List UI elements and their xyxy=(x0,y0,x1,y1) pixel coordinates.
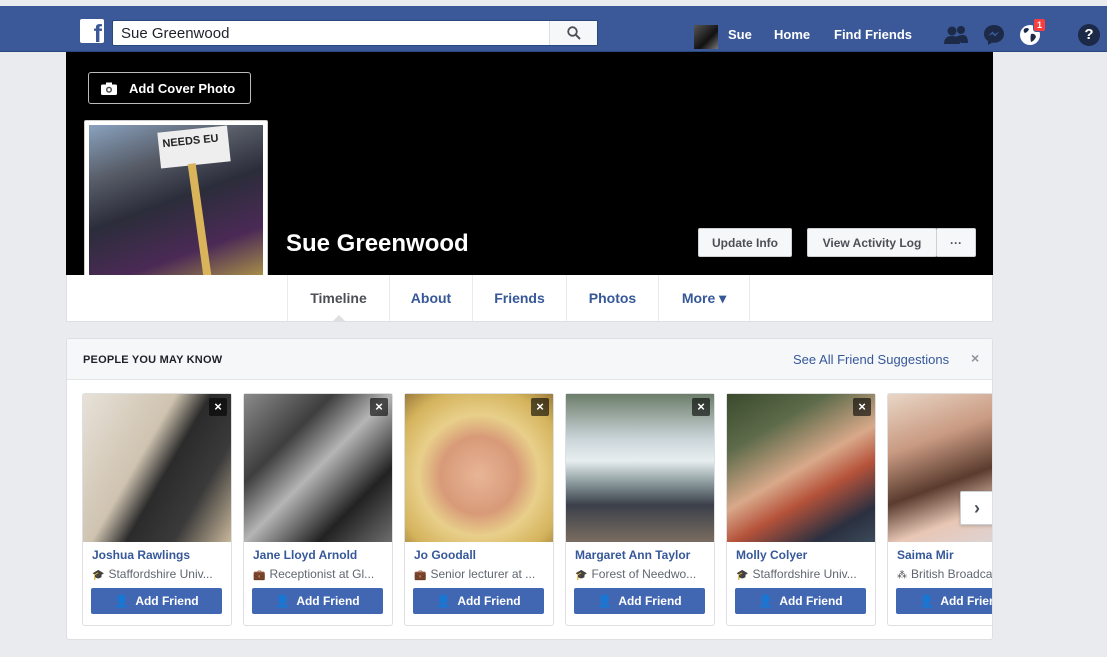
suggestion-card: × Joshua Rawlings 🎓 Staffordshire Univ...… xyxy=(82,393,232,626)
tab-about[interactable]: About xyxy=(389,275,472,321)
person-name[interactable]: Jane Lloyd Arnold xyxy=(253,548,357,562)
notification-badge: 1 xyxy=(1032,18,1046,32)
person-detail: ⁂British Broadcasting xyxy=(897,567,993,581)
add-friend-icon: 👤 xyxy=(597,594,613,608)
add-friend-button[interactable]: 👤Add Friend xyxy=(896,588,992,614)
school-icon: 🎓 xyxy=(92,570,105,581)
people-you-may-know-panel: PEOPLE YOU MAY KNOW See All Friend Sugge… xyxy=(66,338,993,640)
person-detail: 🎓 Forest of Needwo... xyxy=(575,567,697,581)
person-photo[interactable]: × xyxy=(244,394,392,542)
school-icon: 🎓 xyxy=(736,570,749,581)
person-photo[interactable]: × xyxy=(727,394,875,542)
messages-icon[interactable] xyxy=(980,22,1008,48)
camera-icon xyxy=(101,82,117,95)
person-detail: 💼 Receptionist at Gl... xyxy=(253,567,375,581)
add-friend-button[interactable]: 👤Add Friend xyxy=(413,588,544,614)
nav-home-link[interactable]: Home xyxy=(774,27,810,42)
person-name[interactable]: Molly Colyer xyxy=(736,548,807,562)
suggestion-card: × Jo Goodall 💼 Senior lecturer at ... 👤 Ad… xyxy=(404,393,554,626)
tab-more[interactable]: More ▾ xyxy=(658,275,750,321)
friend-requests-icon[interactable] xyxy=(942,22,970,48)
person-name[interactable]: Saima Mir xyxy=(897,548,954,562)
add-friend-button[interactable]: 👤Add Friend xyxy=(252,588,383,614)
add-friend-button[interactable]: 👤Add Friend xyxy=(91,588,222,614)
person-detail: 🎓 Staffordshire Univ... xyxy=(92,567,213,581)
add-friend-button[interactable]: 👤Add Friend xyxy=(574,588,705,614)
tab-timeline[interactable]: Timeline xyxy=(287,275,389,322)
view-activity-log-button[interactable]: View Activity Log xyxy=(807,228,937,257)
placard-sign: NEEDS EU xyxy=(157,125,231,169)
more-options-button[interactable]: ··· xyxy=(936,228,976,257)
suggestion-card: × Margaret Ann Taylor 🎓 Forest of Needwo.… xyxy=(565,393,715,626)
close-icon[interactable]: × xyxy=(370,398,388,416)
nav-avatar[interactable] xyxy=(694,25,718,49)
search-box[interactable] xyxy=(112,20,598,46)
add-friend-icon: 👤 xyxy=(758,594,774,608)
tab-friends[interactable]: Friends xyxy=(472,275,566,321)
next-arrow-button[interactable]: › xyxy=(960,491,992,525)
add-friend-icon: 👤 xyxy=(919,594,935,608)
nav-profile-link[interactable]: Sue xyxy=(728,27,752,42)
person-photo[interactable]: × xyxy=(83,394,231,542)
suggestion-cards: × Joshua Rawlings 🎓 Staffordshire Univ...… xyxy=(82,393,993,627)
close-icon[interactable]: × xyxy=(209,398,227,416)
person-name[interactable]: Joshua Rawlings xyxy=(92,548,190,562)
facebook-logo[interactable]: f xyxy=(80,19,104,43)
suggestion-card: × Molly Colyer 🎓 Staffordshire Univ... 👤 A… xyxy=(726,393,876,626)
search-input[interactable] xyxy=(113,21,543,45)
notifications-globe-icon[interactable]: 1 xyxy=(1016,18,1046,48)
search-button[interactable] xyxy=(549,21,597,45)
add-friend-icon: 👤 xyxy=(275,594,291,608)
network-icon: ⁂ xyxy=(897,570,907,581)
profile-tab-bar: Timeline About Friends Photos More ▾ xyxy=(66,275,993,322)
person-detail: 🎓 Staffordshire Univ... xyxy=(736,567,857,581)
tab-photos[interactable]: Photos xyxy=(566,275,658,321)
work-icon: 💼 xyxy=(253,570,266,581)
close-icon[interactable]: × xyxy=(853,398,871,416)
see-all-suggestions-link[interactable]: See All Friend Suggestions xyxy=(793,352,949,367)
top-navigation-bar: f Sue Home Find Friends 1 ? xyxy=(0,6,1107,52)
add-friend-icon: 👤 xyxy=(436,594,452,608)
close-icon[interactable]: × xyxy=(692,398,710,416)
add-cover-photo-label: Add Cover Photo xyxy=(129,80,236,96)
profile-name: Sue Greenwood xyxy=(286,230,469,257)
close-icon[interactable]: × xyxy=(531,398,549,416)
add-friend-icon: 👤 xyxy=(114,594,130,608)
add-friend-button[interactable]: 👤Add Friend xyxy=(735,588,866,614)
school-icon: 🎓 xyxy=(575,570,588,581)
search-icon xyxy=(566,26,581,40)
person-detail: 💼 Senior lecturer at ... xyxy=(414,567,536,581)
add-cover-photo-button[interactable]: Add Cover Photo xyxy=(88,72,251,104)
nav-find-friends-link[interactable]: Find Friends xyxy=(834,27,912,42)
person-name[interactable]: Jo Goodall xyxy=(414,548,476,562)
suggestion-card: × Jane Lloyd Arnold 💼 Receptionist at Gl.… xyxy=(243,393,393,626)
person-name[interactable]: Margaret Ann Taylor xyxy=(575,548,690,562)
update-info-button[interactable]: Update Info xyxy=(698,228,792,257)
pymk-header: PEOPLE YOU MAY KNOW See All Friend Sugge… xyxy=(67,339,992,380)
help-icon[interactable]: ? xyxy=(1078,24,1100,46)
pymk-title: PEOPLE YOU MAY KNOW xyxy=(83,354,223,366)
person-photo[interactable]: × xyxy=(566,394,714,542)
close-icon[interactable]: × xyxy=(971,350,979,366)
work-icon: 💼 xyxy=(414,570,427,581)
person-photo[interactable]: × xyxy=(405,394,553,542)
